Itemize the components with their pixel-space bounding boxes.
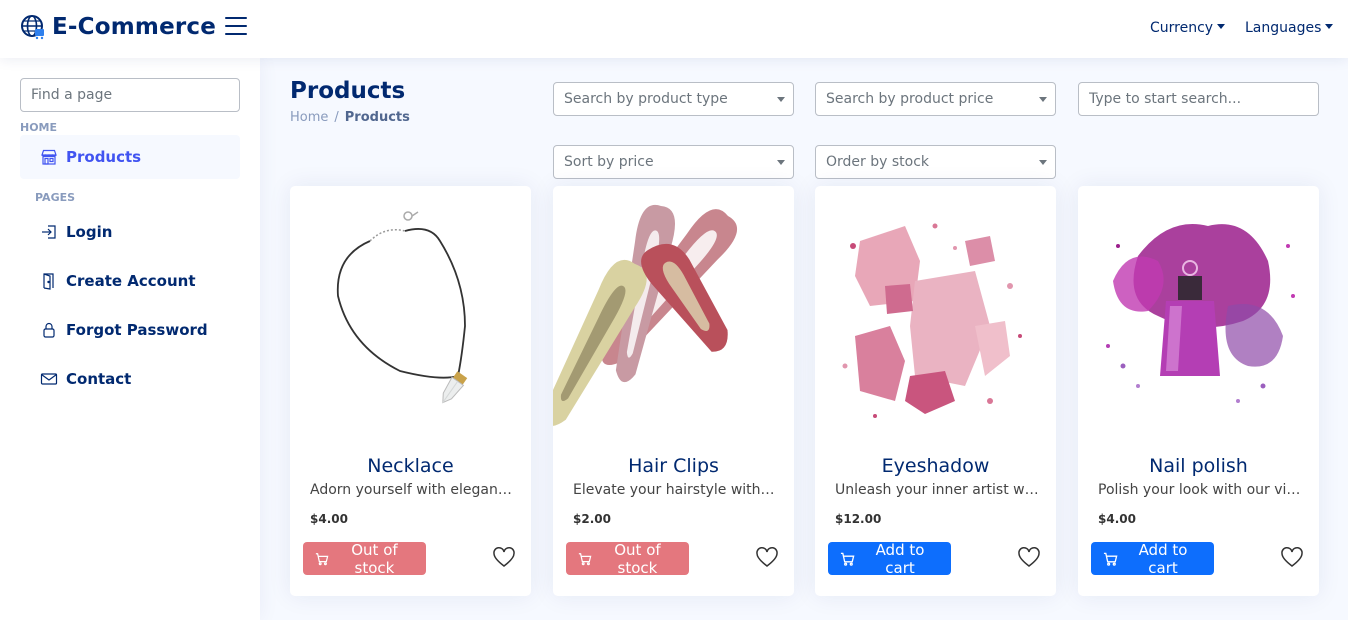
globe-cart-icon	[21, 15, 44, 40]
product-description: Polish your look with our vibr...	[1098, 482, 1303, 498]
find-page-input[interactable]	[20, 78, 240, 112]
out-of-stock-button[interactable]: Out of stock	[566, 540, 689, 577]
languages-label: Languages	[1245, 20, 1322, 36]
caret-down-icon	[777, 97, 785, 102]
breadcrumb-home-link[interactable]: Home	[290, 110, 328, 125]
product-card: Hair Clips Elevate your hairstyle with o…	[553, 186, 794, 596]
product-card: Nail polish Polish your look with our vi…	[1078, 186, 1319, 596]
product-description: Adorn yourself with elegance...	[310, 482, 515, 498]
hair-clips-image	[553, 204, 738, 426]
brand-name: E-Commerce	[52, 14, 217, 40]
breadcrumb-current: Products	[344, 110, 410, 125]
sidebar-item-label: Login	[66, 223, 113, 241]
heart-icon[interactable]	[1280, 546, 1304, 570]
sidebar-item-contact[interactable]: Contact	[20, 357, 240, 401]
select-value: Sort by price	[564, 154, 654, 170]
product-price: $12.00	[835, 512, 882, 526]
product-price: $4.00	[1098, 512, 1136, 526]
eyeshadow-image	[842, 223, 1022, 418]
shop-icon	[41, 149, 57, 165]
product-type-select[interactable]: Search by product type	[553, 82, 794, 116]
caret-down-icon	[1217, 24, 1226, 29]
caret-down-icon	[1039, 97, 1047, 102]
heart-icon[interactable]	[492, 546, 516, 570]
sidebar-item-label: Products	[66, 148, 142, 166]
product-card: Eyeshadow Unleash your inner artist wit.…	[815, 186, 1056, 596]
cart-icon	[315, 552, 329, 565]
necklace-image	[336, 211, 468, 404]
breadcrumb-separator: /	[334, 110, 339, 125]
caret-down-icon	[777, 160, 785, 165]
out-of-stock-button[interactable]: Out of stock	[303, 540, 426, 577]
sidebar-item-forgot-password[interactable]: Forgot Password	[20, 308, 240, 352]
login-icon	[42, 225, 56, 239]
product-search-input[interactable]	[1078, 82, 1319, 116]
add-to-cart-button[interactable]: Add to cart	[828, 540, 951, 577]
hamburger-menu-icon[interactable]	[225, 17, 247, 37]
order-stock-select[interactable]: Order by stock	[815, 145, 1056, 179]
door-icon	[43, 273, 54, 290]
brand-logo[interactable]: E-Commerce	[20, 14, 216, 40]
product-description: Elevate your hairstyle with o...	[573, 482, 778, 498]
heart-icon[interactable]	[1017, 546, 1041, 570]
caret-down-icon	[1039, 160, 1047, 165]
envelope-icon	[40, 373, 58, 385]
product-description: Unleash your inner artist wit...	[835, 482, 1040, 498]
sidebar-item-products[interactable]: Products	[20, 135, 240, 179]
sidebar-item-create-account[interactable]: Create Account	[20, 259, 240, 303]
select-value: Order by stock	[826, 154, 930, 170]
currency-label: Currency	[1150, 20, 1214, 36]
product-price: $2.00	[573, 512, 611, 526]
caret-down-icon	[1325, 24, 1334, 29]
product-name[interactable]: Necklace	[290, 455, 531, 477]
product-price: $4.00	[310, 512, 348, 526]
product-name[interactable]: Hair Clips	[553, 455, 794, 477]
select-value: Search by product type	[564, 91, 728, 107]
sidebar-item-label: Create Account	[66, 272, 196, 290]
languages-dropdown[interactable]: Languages	[1245, 20, 1334, 36]
product-price-select[interactable]: Search by product price	[815, 82, 1056, 116]
sidebar: HOME Products PAGES Login Create Account…	[0, 58, 260, 620]
currency-dropdown[interactable]: Currency	[1150, 20, 1226, 36]
button-label: Out of stock	[351, 540, 398, 577]
sidebar-item-login[interactable]: Login	[20, 210, 240, 254]
product-name[interactable]: Eyeshadow	[815, 455, 1056, 477]
top-header: E-Commerce Currency Languages	[0, 0, 1348, 58]
sidebar-item-label: Forgot Password	[66, 321, 208, 339]
cart-icon	[1103, 552, 1118, 566]
home-heading: HOME	[20, 121, 58, 134]
sidebar-item-label: Contact	[66, 370, 132, 388]
button-label: Add to cart	[875, 540, 925, 577]
heart-icon[interactable]	[755, 546, 779, 570]
breadcrumb: Home / Products	[290, 110, 410, 125]
product-name[interactable]: Nail polish	[1078, 455, 1319, 477]
button-label: Add to cart	[1138, 540, 1188, 577]
nail-polish-image	[1106, 224, 1295, 403]
pages-heading: PAGES	[35, 191, 76, 204]
button-label: Out of stock	[614, 540, 661, 577]
lock-icon	[43, 322, 55, 338]
cart-icon	[578, 552, 592, 565]
cart-icon	[840, 552, 855, 566]
select-value: Search by product price	[826, 91, 994, 107]
sort-price-select[interactable]: Sort by price	[553, 145, 794, 179]
add-to-cart-button[interactable]: Add to cart	[1091, 540, 1214, 577]
page-title: Products	[290, 78, 406, 104]
product-card: Necklace Adorn yourself with elegance...…	[290, 186, 531, 596]
